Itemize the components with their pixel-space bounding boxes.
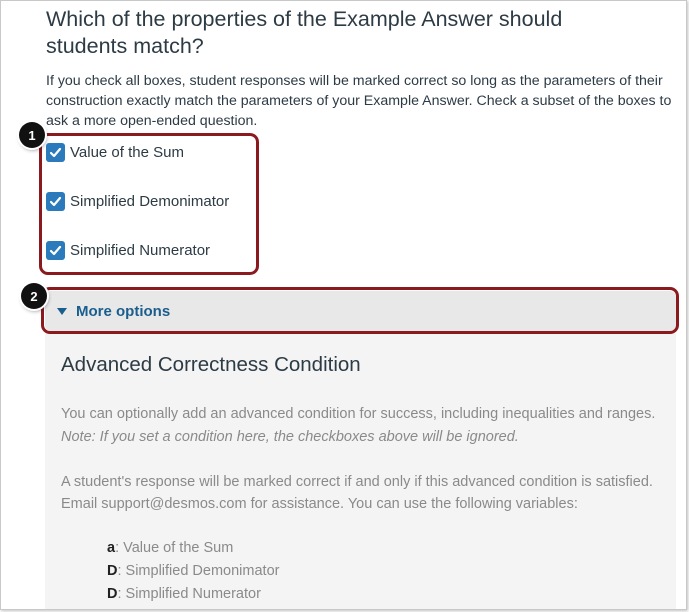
variable-desc: : Simplified Numerator <box>117 586 261 602</box>
advanced-condition-panel: Advanced Correctness Condition You can o… <box>45 334 676 609</box>
callout-badge-2: 2 <box>21 283 47 309</box>
variable-desc: : Value of the Sum <box>115 540 234 556</box>
checkbox-simplified-numerator[interactable]: Simplified Numerator <box>46 239 210 261</box>
variable-item: a: Value of the Sum <box>107 540 233 556</box>
advanced-intro-text: You can optionally add an advanced condi… <box>61 406 656 422</box>
checkmark-icon <box>46 240 65 260</box>
checkbox-label: Value of the Sum <box>70 143 184 161</box>
advanced-title: Advanced Correctness Condition <box>61 353 361 376</box>
variable-item: D: Simplified Demonimator <box>107 563 279 579</box>
variable-name: a <box>107 540 116 556</box>
advanced-description: A student's response will be marked corr… <box>61 474 653 512</box>
variable-name: D <box>107 563 118 579</box>
checkbox-value-of-sum[interactable]: Value of the Sum <box>46 141 184 163</box>
callout-badge-1: 1 <box>19 122 45 148</box>
advanced-intro: You can optionally add an advanced condi… <box>61 403 661 449</box>
question-description: If you check all boxes, student response… <box>46 73 672 129</box>
content-frame: Which of the properties of the Example A… <box>0 0 687 610</box>
variable-item: D: Simplified Numerator <box>107 586 261 602</box>
checkbox-simplified-denominator[interactable]: Simplified Demonimator <box>46 190 229 212</box>
checkmark-icon <box>46 142 65 162</box>
question-heading: Which of the properties of the Example A… <box>46 7 563 58</box>
checkmark-icon <box>46 191 65 211</box>
checkbox-label: Simplified Demonimator <box>70 192 230 210</box>
advanced-intro-note: Note: If you set a condition here, the c… <box>61 429 519 445</box>
callout-highlight-2 <box>41 287 679 334</box>
variable-desc: : Simplified Demonimator <box>117 563 280 579</box>
variable-name: D <box>107 586 118 602</box>
checkbox-label: Simplified Numerator <box>70 241 211 259</box>
